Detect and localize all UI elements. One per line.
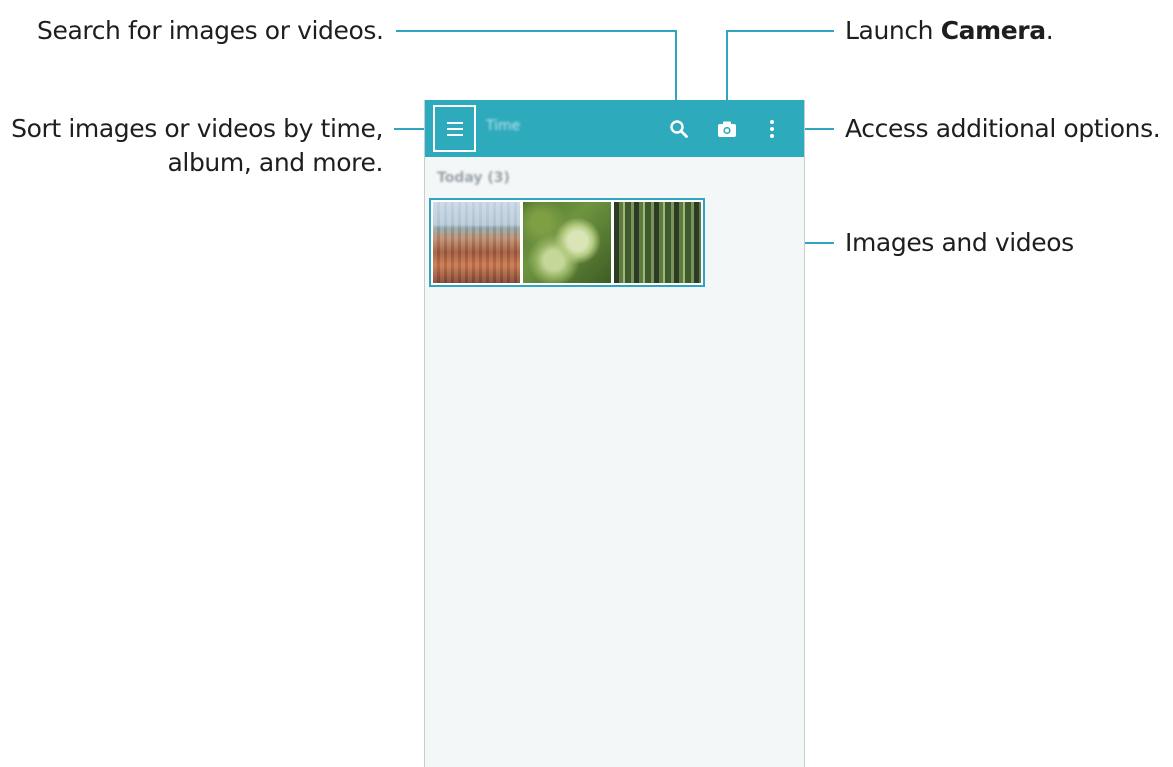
camera-icon[interactable] <box>717 120 737 138</box>
media-thumbnail[interactable] <box>433 202 521 283</box>
callout-sort-line1: Sort images or videos by time, <box>11 114 383 143</box>
search-icon[interactable] <box>669 119 689 139</box>
app-bar-title: Time <box>486 118 521 134</box>
section-header: Today (3) <box>437 170 510 186</box>
callout-camera: Launch Camera. <box>845 14 1054 48</box>
media-thumbnail[interactable] <box>613 202 701 283</box>
callout-search: Search for images or videos. <box>37 16 384 45</box>
leader-line-camera-h <box>726 30 834 32</box>
callout-camera-bold: Camera <box>940 16 1046 45</box>
callout-camera-suffix: . <box>1045 16 1054 45</box>
callout-options: Access additional options. <box>845 114 1161 143</box>
callout-camera-prefix: Launch <box>845 16 941 45</box>
callout-sort-line2: album, and more. <box>167 148 383 177</box>
menu-button[interactable] <box>433 105 476 152</box>
callout-media: Images and videos <box>845 228 1074 257</box>
app-bar: Time <box>425 100 804 157</box>
phone-screen: Time Today (3) <box>424 100 805 767</box>
more-options-icon[interactable] <box>768 119 776 139</box>
callout-sort: Sort images or videos by time, album, an… <box>11 112 383 180</box>
media-thumbnail[interactable] <box>523 202 611 283</box>
media-grid <box>429 198 705 287</box>
leader-line-search-h <box>396 30 677 32</box>
